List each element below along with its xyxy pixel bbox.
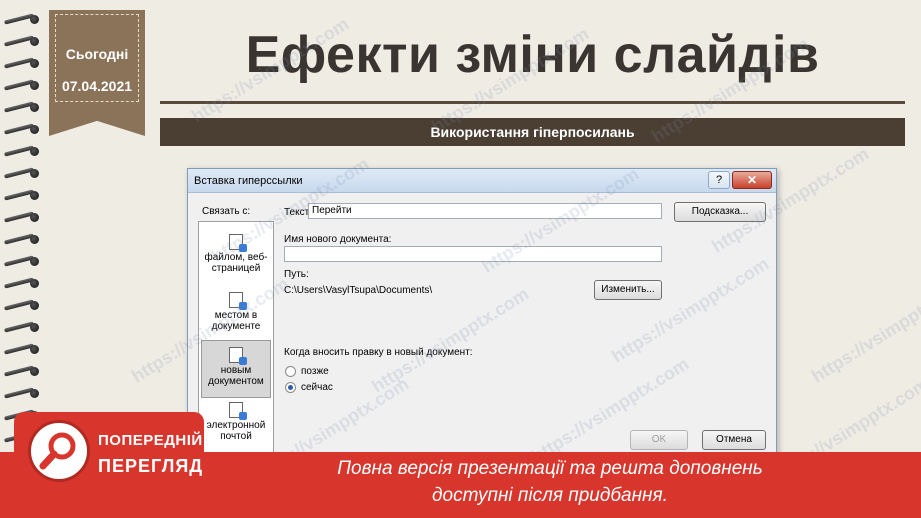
spiral-ring [3,13,44,25]
path-value: C:\Users\VasylTsupa\Documents\ [284,285,433,296]
when-edit-label: Когда вносить правку в новый документ: [284,347,473,358]
spiral-ring [3,365,44,377]
tooltip-button[interactable]: Подсказка... [674,202,766,222]
link-to-place-in-document[interactable]: местом в документе [201,286,271,344]
insert-hyperlink-dialog: Вставка гиперссылки ? ✕ Связать с: файло… [187,168,777,458]
link-to-file-web-label: файлом, веб-страницей [204,252,268,274]
dialog-titlebar: Вставка гиперссылки ? ✕ [188,169,776,193]
preview-label-line2: ПЕРЕГЛЯД [98,456,204,476]
spiral-ring [3,101,44,113]
spiral-ring [3,343,44,355]
title-divider [160,101,905,104]
slide-title: Ефекти зміни слайдів [245,26,820,84]
purchase-notice-line2: доступні після придбання. [432,485,668,506]
cancel-button[interactable]: Отмена [702,430,766,450]
spiral-ring [3,277,44,289]
spiral-ring [3,79,44,91]
radio-now-label: сейчас [301,382,333,393]
magnifier-icon [39,432,76,470]
spiral-ring [3,233,44,245]
new-document-name-input[interactable] [284,246,662,262]
change-path-button[interactable]: Изменить... [594,280,662,300]
place-in-document-icon [229,292,247,310]
link-to-email-label: электронной почтой [206,420,266,442]
spiral-ring [3,255,44,267]
spiral-ring [3,387,44,399]
link-to-new-document-label: новым документом [208,365,264,387]
spiral-ring [3,123,44,135]
spiral-ring [3,299,44,311]
link-to-panel: файлом, веб-страницей местом в документе… [198,221,274,453]
preview-label-line1: ПОПЕРЕДНІЙ [98,432,203,449]
today-label: Сьогодні [65,46,129,62]
radio-now[interactable] [285,382,296,393]
spiral-ring [3,189,44,201]
help-button[interactable]: ? [708,171,730,189]
date-value: 07.04.2021 [61,78,133,94]
slide-subtitle: Використання гіперпосилань [430,124,635,140]
link-to-label: Связать с: [202,206,251,217]
text-input[interactable]: Перейти [308,203,662,219]
new-document-name-label: Имя нового документа: [284,234,392,245]
email-icon [229,402,247,420]
new-document-icon [229,347,247,365]
close-button[interactable]: ✕ [732,171,772,189]
link-to-file-web[interactable]: файлом, веб-страницей [201,228,271,286]
radio-later[interactable] [285,366,296,377]
link-to-email[interactable]: электронной почтой [201,396,271,454]
spiral-ring [3,211,44,223]
spiral-ring [3,167,44,179]
spiral-ring [3,57,44,69]
file-web-icon [229,234,247,252]
spiral-ring [3,321,44,333]
spiral-ring [3,145,44,157]
link-to-new-document[interactable]: новым документом [201,340,271,398]
link-to-place-in-document-label: местом в документе [211,310,261,332]
watermark-text: https://vsimpptx.com [808,273,921,387]
purchase-notice-line1: Повна версія презентації та решта доповн… [337,458,763,479]
ok-button[interactable]: OK [630,430,688,450]
path-label: Путь: [284,269,309,280]
dialog-title: Вставка гиперссылки [194,175,303,187]
radio-later-label: позже [301,366,329,377]
spiral-ring [3,35,44,47]
